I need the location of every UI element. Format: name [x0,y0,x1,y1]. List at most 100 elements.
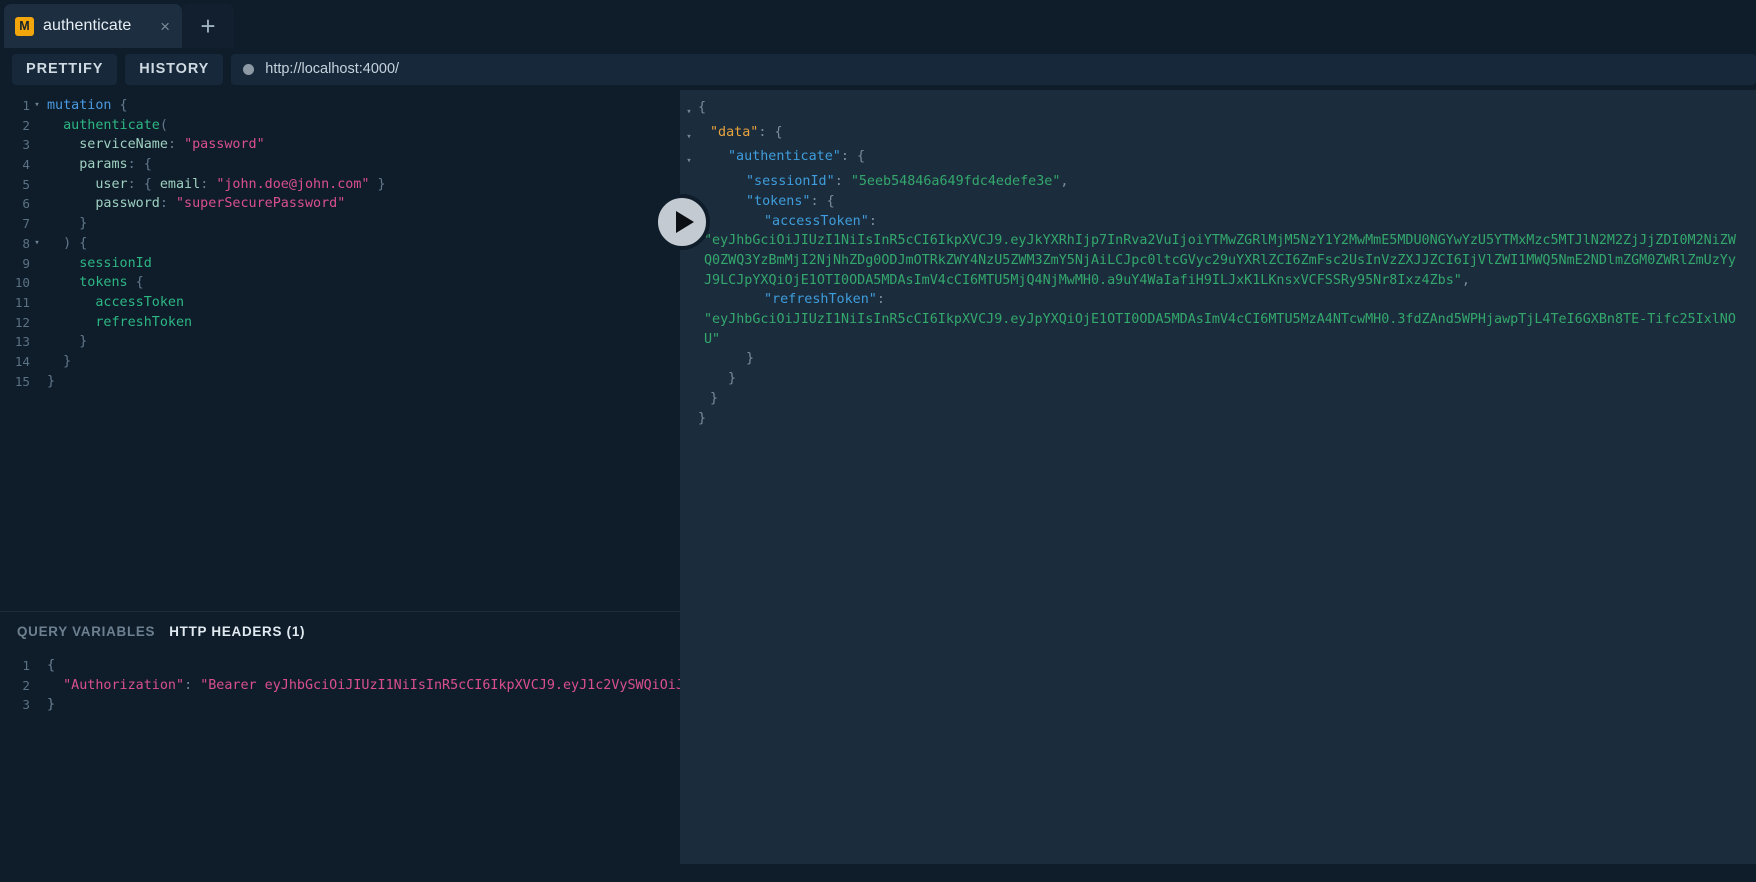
tab-bar: M authenticate × + [0,0,1756,48]
tab-label: authenticate [43,17,132,34]
tab-http-headers[interactable]: HTTP HEADERS (1) [169,624,305,639]
line-number: 14 [14,353,30,369]
radio-dot-icon [243,63,255,75]
line-number: 2 [22,117,30,133]
response-text: "sessionId": "5eeb54846a649fdc4edefe3e", [698,172,1068,192]
fold-toggle-icon [680,389,698,409]
fold-toggle-icon [31,313,43,333]
code-line: 7 } [0,214,680,234]
code-line: 12 refreshToken [0,313,680,333]
code-text: accessToken [43,293,184,313]
code-token: , [1060,174,1069,190]
variables-panel: QUERY VARIABLES HTTP HEADERS (1) 1{2 "Au… [0,611,680,864]
code-token: : { [810,193,835,209]
response-line: } [680,409,1756,429]
code-line: 10 tokens { [0,273,680,293]
response-text: } [698,389,718,409]
fold-toggle-icon [31,352,43,372]
line-number: 1 [22,98,30,113]
line-number: 7 [22,216,30,232]
code-line: 4 params: { [0,155,680,175]
endpoint-url-input[interactable]: http://localhost:4000/ [231,53,1756,85]
fold-toggle-icon[interactable]: ▾ [680,98,698,123]
code-line: 11 accessToken [0,293,680,313]
code-token: : [834,174,851,190]
fold-toggle-icon [31,135,43,155]
new-tab-button[interactable]: + [182,4,234,48]
fold-toggle-icon[interactable]: ▾ [680,147,698,172]
response-text: } [698,409,706,429]
code-token: : { [127,157,152,173]
close-icon[interactable]: × [150,18,170,35]
code-token: "eyJhbGciOiJIUzI1NiIsInR5cCI6IkpXVCJ9.ey… [704,312,1736,347]
endpoint-url-text: http://localhost:4000/ [265,61,400,77]
fold-toggle-icon[interactable]: ▾ [31,96,43,116]
code-token: : [876,292,885,308]
response-text: "data": { [698,123,783,148]
response-line: "eyJhbGciOiJIUzI1NiIsInR5cCI6IkpXVCJ9.ey… [680,231,1756,290]
fold-toggle-icon [680,290,698,310]
fold-toggle-icon [31,116,43,136]
http-headers-editor[interactable]: 1{2 "Authorization": "Bearer eyJhbGciOiJ… [0,650,680,864]
code-token: authenticate [47,117,160,133]
fold-toggle-icon [31,656,43,676]
code-line: 6 password: "superSecurePassword" [0,194,680,214]
code-token: } [728,371,737,387]
code-token: { [698,100,707,115]
code-text: authenticate( [43,116,168,136]
response-line: "eyJhbGciOiJIUzI1NiIsInR5cCI6IkpXVCJ9.ey… [680,310,1756,349]
code-token: } [746,351,755,367]
response-line: ▾{ [680,98,1756,123]
line-number: 13 [14,334,30,350]
code-token: } [47,697,56,713]
tab-authenticate[interactable]: M authenticate × [4,4,182,48]
history-button[interactable]: HISTORY [125,53,224,85]
fold-toggle-icon[interactable]: ▾ [680,123,698,148]
code-token: "password" [184,137,265,153]
query-editor[interactable]: 1 ▾ mutation {2 authenticate(3 serviceName… [0,90,680,611]
code-token: password [47,196,160,212]
code-token: } [47,216,88,232]
response-text: "tokens": { [698,192,835,212]
code-text: } [43,372,55,392]
code-token: : [184,677,201,693]
response-line: "refreshToken": [680,290,1756,310]
line-number: 1 [22,658,30,673]
code-line: 3 serviceName: "password" [0,135,680,155]
bottom-strip [0,864,1756,882]
code-token: "sessionId" [746,174,835,190]
fold-toggle-icon [31,293,43,313]
code-token: user [47,176,128,192]
response-line: "accessToken": [680,212,1756,232]
code-token: { [47,658,56,673]
code-text: } [43,214,87,234]
fold-toggle-icon [680,369,698,389]
code-token: "accessToken" [764,213,869,229]
code-line: 2 authenticate( [0,116,680,136]
response-text: } [698,349,754,369]
line-number: 4 [22,157,30,173]
execute-query-button[interactable] [654,194,710,250]
code-text: } [43,332,87,352]
code-token: { [111,98,128,113]
fold-toggle-icon[interactable]: ▾ [31,234,43,254]
code-token: , [1461,272,1470,288]
code-token: } [47,334,88,350]
code-line: 13 } [0,332,680,352]
prettify-button[interactable]: PRETTIFY [12,53,118,85]
response-text: { [698,98,706,123]
fold-toggle-icon [31,214,43,234]
tab-query-variables[interactable]: QUERY VARIABLES [17,624,155,639]
code-token: "Authorization" [47,677,185,693]
line-number: 2 [22,677,30,693]
code-line: 14 } [0,352,680,372]
fold-toggle-icon [31,695,43,715]
code-token: } [369,176,386,192]
fold-toggle-icon [680,349,698,369]
code-text: } [43,352,71,372]
fold-toggle-icon [31,676,43,696]
code-token: : [159,196,176,212]
code-token: } [698,410,707,426]
mutation-badge-icon: M [15,16,34,36]
code-line: 1{ [0,656,680,676]
